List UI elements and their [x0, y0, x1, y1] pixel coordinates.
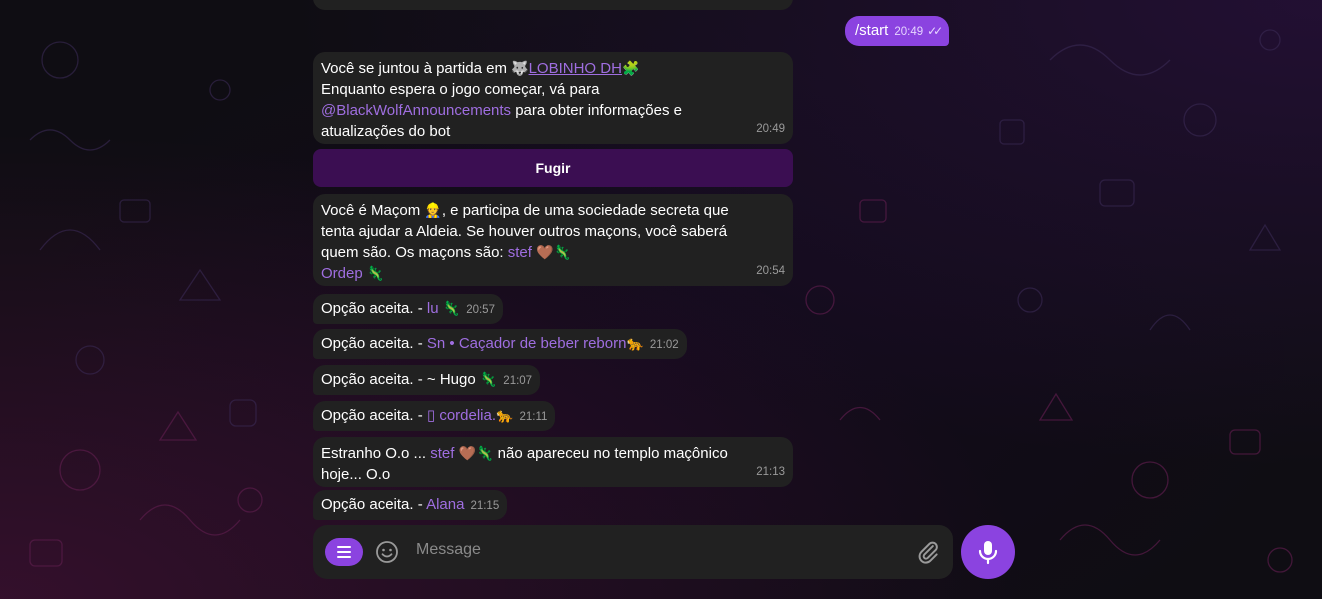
- message-input[interactable]: Message: [416, 541, 481, 559]
- accept-text: Opção aceita. -: [321, 300, 423, 317]
- role-line1-a: Você é Maçom: [321, 202, 421, 219]
- message-accept: Opção aceita. - Alana 21:15: [313, 490, 508, 520]
- flee-button[interactable]: Fugir: [313, 149, 793, 187]
- message-accept: Opção aceita. - Sn • Caçador de beber re…: [313, 329, 687, 359]
- channel-mention[interactable]: @BlackWolfAnnouncements: [321, 102, 511, 119]
- player-mention[interactable]: stef: [508, 244, 532, 261]
- outgoing-message: /start 20:49 ✓✓: [845, 16, 950, 46]
- lizard-emoji-icon: 🦎: [442, 300, 461, 316]
- placeholder-glyph-icon: ▯: [426, 407, 436, 424]
- role-line3: quem são. Os maçons são:: [321, 244, 504, 261]
- message-strange: Estranho O.o ... stef 🤎🦎 não apareceu no…: [313, 437, 793, 487]
- message-text: /start: [855, 22, 889, 39]
- wolf-emoji-icon: 🐺: [511, 60, 529, 76]
- read-checks-icon: ✓✓: [927, 24, 943, 38]
- message-time: 18:24: [756, 0, 785, 8]
- role-line2: tenta ajudar a Aldeia. Se houver outros …: [321, 223, 728, 240]
- leopard-emoji-icon: 🐆: [496, 407, 514, 423]
- message-join: Você se juntou à partida em 🐺LOBINHO DH🧩…: [313, 52, 793, 144]
- worker-emoji-icon: 👷: [424, 202, 442, 218]
- game-link[interactable]: LOBINHO DH: [529, 60, 622, 77]
- message-role: Você é Maçom 👷, e participa de uma socie…: [313, 194, 793, 286]
- message-time: 20:49: [756, 123, 785, 135]
- message-time: 21:15: [470, 500, 500, 512]
- lizard-emoji-icon: 🦎: [479, 371, 498, 387]
- microphone-icon: [978, 541, 998, 565]
- menu-icon: [337, 546, 351, 548]
- strange-line2: hoje... O.o: [321, 466, 391, 483]
- message-time: 21:02: [649, 339, 679, 351]
- message-time: 20:49: [894, 26, 924, 38]
- menu-icon-line: [337, 551, 351, 553]
- role-line1-b: , e participa de uma sociedade secreta q…: [441, 202, 729, 219]
- accept-text: Opção aceita. - ~ Hugo: [321, 371, 476, 388]
- player-mention[interactable]: Alana: [426, 496, 464, 513]
- player-mention[interactable]: Ordep: [321, 265, 363, 282]
- strange-prefix: Estranho O.o ...: [321, 445, 427, 462]
- heart-emoji-icon: 🤎: [536, 244, 554, 260]
- join-line3-suffix: para obter informações e: [511, 102, 682, 119]
- message-time: 20:57: [466, 304, 495, 316]
- lizard-emoji-icon: 🦎: [476, 445, 494, 461]
- record-voice-button[interactable]: [961, 525, 1015, 579]
- message-time: 21:13: [756, 466, 785, 478]
- chat-history[interactable]: 18:24 /start20:49✓✓ Você se juntou à par…: [0, 0, 1322, 599]
- smile-icon[interactable]: [375, 540, 399, 564]
- message-time: 20:54: [756, 265, 785, 277]
- player-mention[interactable]: stef: [430, 445, 454, 462]
- menu-icon-line: [337, 556, 351, 558]
- lizard-emoji-icon: 🦎: [366, 265, 385, 281]
- heart-emoji-icon: 🤎: [458, 445, 477, 461]
- message-bubble-partial: 18:24: [313, 0, 793, 10]
- bot-menu-button[interactable]: [325, 538, 363, 566]
- leopard-emoji-icon: 🐆: [626, 335, 644, 351]
- puzzle-emoji-icon: 🧩: [621, 60, 640, 76]
- message-time: 21:07: [503, 375, 533, 387]
- message-accept: Opção aceita. - ▯ cordelia.🐆 21:11: [313, 401, 556, 431]
- message-composer: Message: [313, 525, 953, 579]
- accept-text: Opção aceita. -: [321, 407, 423, 424]
- accept-text: Opção aceita. -: [321, 335, 423, 352]
- lizard-emoji-icon: 🦎: [553, 244, 571, 260]
- player-mention[interactable]: cordelia.: [439, 407, 496, 424]
- paperclip-icon[interactable]: [915, 539, 941, 565]
- message-time: 21:11: [519, 411, 548, 423]
- player-mention[interactable]: lu: [427, 300, 439, 317]
- message-accept: Opção aceita. - lu 🦎 20:57: [313, 294, 503, 324]
- join-line4: atualizações do bot: [321, 123, 451, 140]
- accept-text: Opção aceita. -: [321, 496, 423, 513]
- player-mention[interactable]: Sn • Caçador de beber reborn: [427, 335, 627, 352]
- strange-suffix: não apareceu no templo maçônico: [493, 445, 728, 462]
- join-line2: Enquanto espera o jogo começar, vá para: [321, 81, 600, 98]
- join-prefix: Você se juntou à partida em: [321, 60, 507, 77]
- message-accept: Opção aceita. - ~ Hugo 🦎 21:07: [313, 365, 541, 395]
